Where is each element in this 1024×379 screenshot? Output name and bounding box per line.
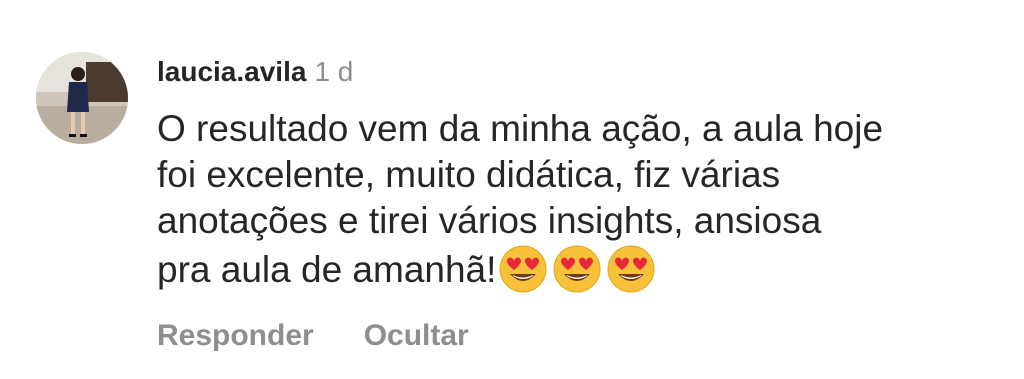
comment-text: O resultado vem da minha ação, a aula ho… xyxy=(157,106,977,294)
comment-text-line: pra aula de amanhã! xyxy=(157,249,497,290)
avatar-photo xyxy=(36,52,128,144)
hide-button[interactable]: Ocultar xyxy=(364,319,469,352)
comment-text-line: foi excelente, muito didática, fiz vária… xyxy=(157,154,781,195)
heart-eyes-emoji-icon xyxy=(499,245,547,293)
comment-item: laucia.avila 1 d O resultado vem da minha… xyxy=(0,0,1024,379)
heart-eyes-emoji-icon xyxy=(553,245,601,293)
avatar[interactable] xyxy=(36,52,128,144)
heart-eyes-emoji-icon xyxy=(607,245,655,293)
comment-header: laucia.avila 1 d xyxy=(157,55,353,89)
timestamp: 1 d xyxy=(314,56,354,87)
comment-text-line: anotações e tirei vários insights, ansio… xyxy=(157,200,822,241)
reply-button[interactable]: Responder xyxy=(157,319,314,352)
username-link[interactable]: laucia.avila xyxy=(157,56,306,87)
comment-text-line: O resultado vem da minha ação, a aula ho… xyxy=(157,108,884,149)
comment-actions: Responder Ocultar xyxy=(157,318,469,354)
